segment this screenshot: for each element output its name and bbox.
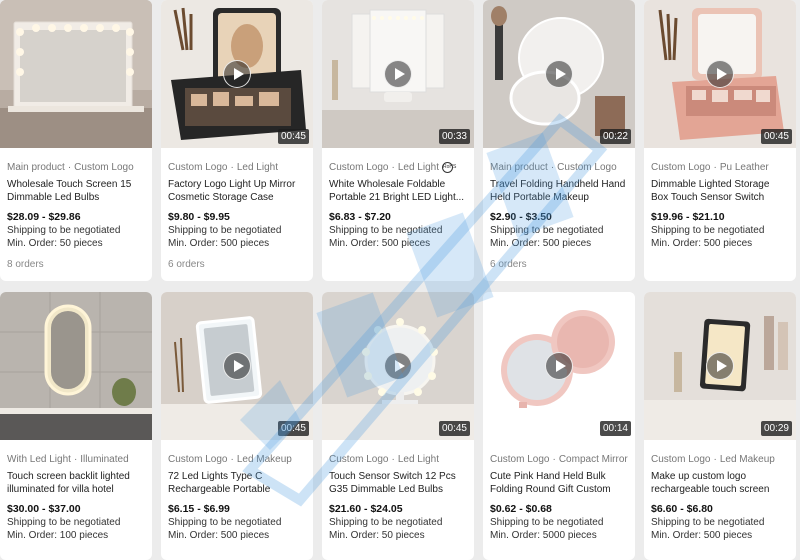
product-price: $0.62 - $0.68 (490, 503, 552, 515)
min-order: Min. Order: 500 pieces (168, 530, 270, 541)
min-order: Min. Order: 50 pieces (7, 238, 103, 249)
shipping-text: Shipping to be negotiated (329, 517, 443, 528)
shipping-text: Shipping to be negotiated (651, 517, 765, 528)
product-tags: Custom Logo · Led Light (329, 454, 439, 465)
product-tags: With Led Light · Illuminated (7, 454, 129, 465)
product-image[interactable]: 00:45 (322, 292, 474, 440)
shipping-text: Shipping to be negotiated (651, 225, 765, 236)
product-card[interactable]: 00:22 Main product · Custom Logo Travel Fo… (483, 0, 635, 281)
play-icon[interactable] (384, 352, 412, 380)
product-price: $2.90 - $3.50 (490, 211, 552, 223)
product-card[interactable]: 00:33 Custom Logo · Led Light RoHS White Wh… (322, 0, 474, 281)
order-count: 8 orders (7, 259, 44, 270)
video-duration: 00:45 (277, 129, 309, 144)
product-card[interactable]: 00:45 Custom Logo · Pu Leather Dimmable Li… (644, 0, 796, 281)
product-price: $6.60 - $6.80 (651, 503, 713, 515)
product-image[interactable] (0, 292, 152, 440)
shipping-text: Shipping to be negotiated (168, 225, 282, 236)
play-icon[interactable] (545, 60, 573, 88)
rohs-badge-icon: RoHS (441, 162, 456, 173)
product-image[interactable]: 00:14 (483, 292, 635, 440)
min-order: Min. Order: 50 pieces (329, 530, 425, 541)
product-title[interactable]: Travel Folding Handheld Hand Held Portab… (490, 178, 628, 204)
product-title[interactable]: Make up custom logo rechargeable touch s… (651, 470, 789, 496)
video-duration: 00:22 (599, 129, 631, 144)
play-icon[interactable] (384, 60, 412, 88)
min-order: Min. Order: 500 pieces (490, 238, 592, 249)
product-tags: Custom Logo · Compact Mirror (490, 454, 628, 465)
product-tags: Custom Logo · Led Light (168, 162, 278, 173)
play-icon[interactable] (223, 352, 251, 380)
product-title[interactable]: Wholesale Touch Screen 15 Dimmable Led B… (7, 178, 145, 204)
min-order: Min. Order: 500 pieces (651, 238, 753, 249)
video-duration: 00:45 (760, 129, 792, 144)
product-tags: Main product · Custom Logo (490, 162, 617, 173)
play-icon[interactable] (223, 60, 251, 88)
product-tags: Custom Logo · Led Makeup (651, 454, 775, 465)
product-title[interactable]: Dimmable Lighted Storage Box Touch Senso… (651, 178, 789, 204)
product-image[interactable]: 00:22 (483, 0, 635, 148)
video-duration: 00:45 (277, 421, 309, 436)
product-card[interactable]: With Led Light · Illuminated Touch screen … (0, 292, 152, 560)
product-price: $30.00 - $37.00 (7, 503, 81, 515)
play-icon[interactable] (545, 352, 573, 380)
min-order: Min. Order: 500 pieces (329, 238, 431, 249)
product-price: $19.96 - $21.10 (651, 211, 725, 223)
product-card[interactable]: 00:45 Custom Logo · Led Light Factory Logo… (161, 0, 313, 281)
product-grid: Main product · Custom Logo Wholesale Touch… (0, 0, 800, 560)
play-icon[interactable] (706, 60, 734, 88)
min-order: Min. Order: 5000 pieces (490, 530, 597, 541)
shipping-text: Shipping to be negotiated (168, 517, 282, 528)
order-count: 6 orders (490, 259, 527, 270)
shipping-text: Shipping to be negotiated (490, 225, 604, 236)
shipping-text: Shipping to be negotiated (7, 225, 121, 236)
product-title[interactable]: Factory Logo Light Up Mirror Cosmetic St… (168, 178, 306, 204)
video-duration: 00:29 (760, 421, 792, 436)
product-card[interactable]: 00:45 Custom Logo · Led Light Touch Sensor… (322, 292, 474, 560)
product-price: $21.60 - $24.05 (329, 503, 403, 515)
video-duration: 00:33 (438, 129, 470, 144)
min-order: Min. Order: 100 pieces (7, 530, 109, 541)
video-duration: 00:14 (599, 421, 631, 436)
product-title[interactable]: Touch Sensor Switch 12 Pcs G35 Dimmable … (329, 470, 467, 496)
product-price: $28.09 - $29.86 (7, 211, 81, 223)
video-duration: 00:45 (438, 421, 470, 436)
product-image[interactable]: 00:45 (161, 0, 313, 148)
product-card[interactable]: 00:14 Custom Logo · Compact Mirror Cute Pi… (483, 292, 635, 560)
product-card[interactable]: Main product · Custom Logo Wholesale Touch… (0, 0, 152, 281)
product-tags: Custom Logo · Led Light RoHS (329, 162, 457, 174)
product-image[interactable]: 00:45 (644, 0, 796, 148)
product-card[interactable]: 00:45 Custom Logo · Led Makeup 72 Led Ligh… (161, 292, 313, 560)
shipping-text: Shipping to be negotiated (329, 225, 443, 236)
product-image[interactable]: 00:29 (644, 292, 796, 440)
shipping-text: Shipping to be negotiated (7, 517, 121, 528)
product-price: $6.15 - $6.99 (168, 503, 230, 515)
product-tags: Custom Logo · Pu Leather (651, 162, 769, 173)
product-tags: Custom Logo · Led Makeup (168, 454, 292, 465)
product-title[interactable]: Touch screen backlit lighted illuminated… (7, 470, 145, 496)
product-tags: Main product · Custom Logo (7, 162, 134, 173)
product-title[interactable]: Cute Pink Hand Held Bulk Folding Round G… (490, 470, 628, 496)
order-count: 6 orders (168, 259, 205, 270)
product-title[interactable]: White Wholesale Foldable Portable 21 Bri… (329, 178, 467, 204)
product-price: $6.83 - $7.20 (329, 211, 391, 223)
product-card[interactable]: 00:29 Custom Logo · Led Makeup Make up cus… (644, 292, 796, 560)
product-image[interactable]: 00:33 (322, 0, 474, 148)
min-order: Min. Order: 500 pieces (651, 530, 753, 541)
product-price: $9.80 - $9.95 (168, 211, 230, 223)
product-image[interactable]: 00:45 (161, 292, 313, 440)
product-title[interactable]: 72 Led Lights Type C Rechargeable Portab… (168, 470, 306, 496)
min-order: Min. Order: 500 pieces (168, 238, 270, 249)
shipping-text: Shipping to be negotiated (490, 517, 604, 528)
play-icon[interactable] (706, 352, 734, 380)
product-image[interactable] (0, 0, 152, 148)
